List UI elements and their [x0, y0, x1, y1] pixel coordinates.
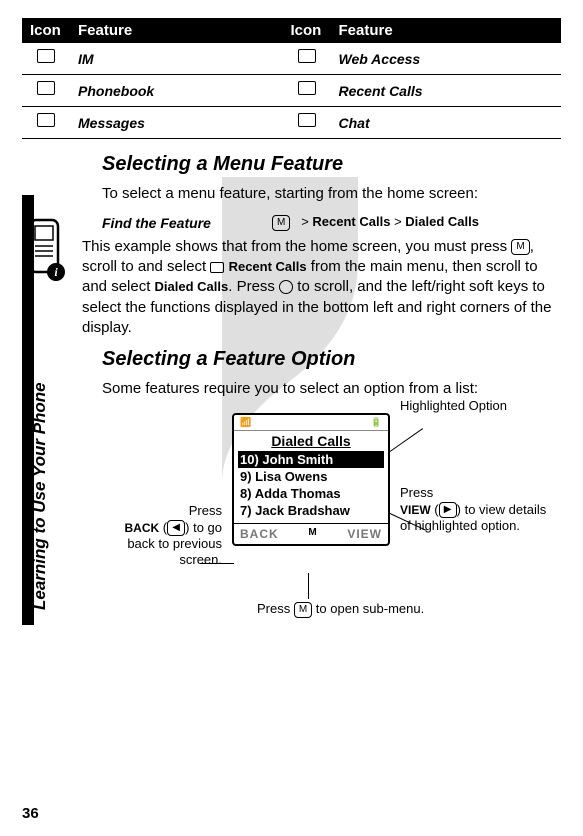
soft-left-label: BACK — [240, 527, 279, 541]
phonebook-icon — [37, 81, 55, 95]
soft-right-label: VIEW — [347, 527, 382, 541]
table-row: Messages Chat — [22, 107, 561, 139]
icon-feature-table: Icon Feature Icon Feature IM Web Access … — [22, 18, 561, 139]
feature-label: Chat — [331, 107, 562, 139]
intro-text: To select a menu feature, starting from … — [102, 184, 561, 204]
page-number: 36 — [22, 805, 39, 822]
left-softkey-icon: ◀ — [167, 520, 185, 536]
feature-label: Messages — [70, 107, 283, 139]
softkey-bar: BACK M VIEW — [234, 523, 388, 544]
callout-view: Press VIEW (▶) to view details of highli… — [400, 485, 550, 534]
feature-label: Recent Calls — [331, 75, 562, 107]
recent-calls-icon — [210, 262, 224, 273]
soft-mid-icon: M — [308, 527, 317, 541]
list-item: 9) Lisa Owens — [238, 468, 384, 485]
callout-line — [390, 428, 423, 452]
callout-highlighted: Highlighted Option — [400, 398, 520, 414]
messages-icon — [37, 113, 55, 127]
callout-submenu: Press M to open sub-menu. — [257, 601, 457, 618]
menu-key-icon: M — [272, 215, 290, 231]
th-icon-2: Icon — [283, 18, 331, 43]
menu-key-icon: M — [511, 239, 529, 255]
phone-screen: 📶 🔋 Dialed Calls 10) John Smith 9) Lisa … — [232, 413, 390, 546]
find-feature-label: Find the Feature — [102, 215, 272, 231]
battery-icon: 🔋 — [371, 417, 382, 428]
list-item: 10) John Smith — [238, 451, 384, 468]
im-icon — [37, 49, 55, 63]
callout-back: Press BACK (◀) to go back to previous sc… — [102, 503, 222, 568]
right-softkey-icon: ▶ — [439, 502, 457, 518]
th-feature-2: Feature — [331, 18, 562, 43]
table-row: IM Web Access — [22, 43, 561, 75]
screen-list: 10) John Smith 9) Lisa Owens 8) Adda Tho… — [234, 451, 388, 523]
phone-screen-illustration: 📶 🔋 Dialed Calls 10) John Smith 9) Lisa … — [102, 413, 561, 673]
callout-line — [308, 573, 309, 599]
th-feature-1: Feature — [70, 18, 283, 43]
heading-selecting-menu-feature: Selecting a Menu Feature — [102, 153, 561, 176]
recent-calls-icon — [298, 81, 316, 95]
table-row: Phonebook Recent Calls — [22, 75, 561, 107]
heading-selecting-feature-option: Selecting a Feature Option — [102, 348, 561, 371]
feature-label: Phonebook — [70, 75, 283, 107]
web-access-icon — [298, 49, 316, 63]
signal-icon: 📶 — [240, 417, 251, 428]
list-item: 8) Adda Thomas — [238, 485, 384, 502]
nav-key-icon — [279, 280, 293, 294]
intro-text-2: Some features require you to select an o… — [102, 379, 561, 399]
th-icon-1: Icon — [22, 18, 70, 43]
find-feature-row: Find the Feature M > Recent Calls > Dial… — [102, 214, 561, 231]
feature-label: IM — [70, 43, 283, 75]
example-body: This example shows that from the home sc… — [82, 237, 561, 338]
chat-icon — [298, 113, 316, 127]
screen-title: Dialed Calls — [234, 431, 388, 451]
menu-key-icon: M — [294, 602, 312, 618]
status-bar: 📶 🔋 — [234, 415, 388, 431]
list-item: 7) Jack Bradshaw — [238, 502, 384, 519]
find-feature-path: M > Recent Calls > Dialed Calls — [272, 214, 479, 231]
feature-label: Web Access — [331, 43, 562, 75]
side-section-label: Learning to Use Your Phone — [30, 382, 50, 610]
